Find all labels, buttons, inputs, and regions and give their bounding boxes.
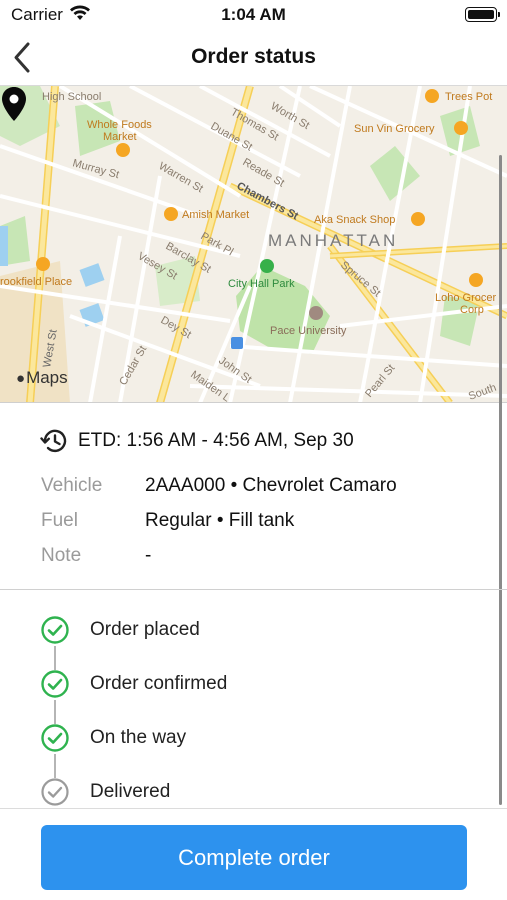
timeline-connector xyxy=(54,754,56,778)
apple-maps-logo: ● Maps xyxy=(16,368,68,388)
navigation-bar: Order status xyxy=(0,30,507,86)
page-title: Order status xyxy=(191,45,316,68)
info-row-note: Note - xyxy=(41,545,151,567)
map-label-pace: Pace University xyxy=(270,325,347,337)
clock-time: 1:04 AM xyxy=(221,5,286,24)
timeline-step: Order confirmed xyxy=(40,669,227,699)
info-value: 2AAA000 • Chevrolet Camaro xyxy=(145,475,397,496)
map-label-brookfield: rookfield Place xyxy=(0,276,72,288)
info-value: - xyxy=(145,545,152,566)
info-row-vehicle: Vehicle 2AAA000 • Chevrolet Camaro xyxy=(41,475,397,497)
map-label-city-hall-park: City Hall Park xyxy=(228,278,295,290)
timeline-connector xyxy=(54,646,56,670)
location-pin-icon xyxy=(2,87,26,121)
maps-logo-text: Maps xyxy=(26,368,68,387)
info-label: Note xyxy=(41,545,82,566)
map-label-high-school: High School xyxy=(42,91,101,103)
map-label-amish-market: Amish Market xyxy=(182,209,249,221)
map-label-manhattan: MANHATTAN xyxy=(268,231,398,250)
map-view[interactable]: High School Whole Foods Market Trees Pot… xyxy=(0,86,507,403)
order-timeline: Order placed Order confirmed On the way … xyxy=(0,590,507,808)
info-label: Vehicle xyxy=(41,475,103,496)
info-value: Regular • Fill tank xyxy=(145,510,295,531)
map-label-sun-vin: Sun Vin Grocery xyxy=(354,123,435,135)
battery-icon xyxy=(465,7,500,22)
order-details: ETD: 1:56 AM - 4:56 AM, Sep 30 Vehicle 2… xyxy=(0,403,507,590)
check-circle-icon xyxy=(41,724,69,752)
apple-logo-icon: ● xyxy=(16,369,26,387)
timeline-step-label: Order confirmed xyxy=(90,673,228,694)
timeline-step: On the way xyxy=(40,723,186,753)
map-canvas[interactable]: High School Whole Foods Market Trees Pot… xyxy=(0,86,507,403)
info-label: Fuel xyxy=(41,510,78,531)
history-clock-icon xyxy=(40,429,67,453)
bottom-action-bar: Complete order xyxy=(0,808,507,900)
map-label-corp: Corp xyxy=(460,304,484,316)
timeline-step-label: On the way xyxy=(90,727,187,748)
complete-order-button[interactable]: Complete order xyxy=(41,825,467,890)
check-circle-icon xyxy=(41,670,69,698)
map-label-trees-pot: Trees Pot xyxy=(445,91,492,103)
pending-check-circle-icon xyxy=(41,778,69,806)
timeline-step-label: Delivered xyxy=(90,781,171,802)
info-row-fuel: Fuel Regular • Fill tank xyxy=(41,510,294,532)
map-label-aka-snack: Aka Snack Shop xyxy=(314,214,395,226)
map-label-market: Market xyxy=(103,131,137,143)
map-label-loho: Loho Grocer xyxy=(435,292,496,304)
timeline-connector xyxy=(54,700,56,724)
timeline-step-label: Order placed xyxy=(90,619,200,640)
status-bar: Carrier 1:04 AM xyxy=(0,0,507,30)
timeline-step: Delivered xyxy=(40,777,170,807)
timeline-step: Order placed xyxy=(40,615,200,645)
map-label-whole-foods: Whole Foods xyxy=(87,119,152,131)
etd-row: ETD: 1:56 AM - 4:56 AM, Sep 30 xyxy=(40,427,354,455)
etd-text: ETD: 1:56 AM - 4:56 AM, Sep 30 xyxy=(78,430,354,451)
check-circle-icon xyxy=(41,616,69,644)
